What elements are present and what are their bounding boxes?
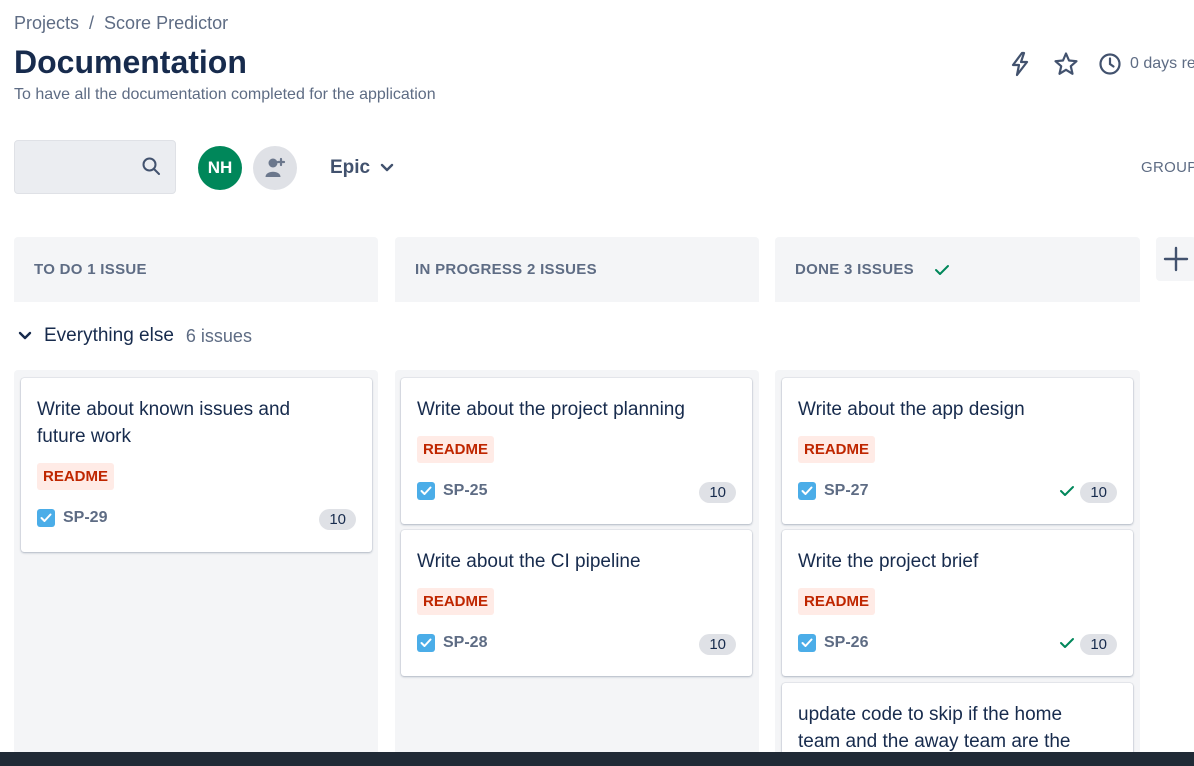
- epic-label: README: [798, 588, 876, 615]
- issue-key: SP-25: [417, 482, 487, 500]
- issue-key: SP-26: [798, 634, 868, 652]
- story-points-badge: 10: [699, 482, 736, 503]
- issue-key: SP-28: [417, 634, 487, 652]
- done-check-icon: [1060, 638, 1074, 648]
- column-header-in-progress: IN PROGRESS 2 ISSUES: [395, 237, 759, 302]
- column-header-label: IN PROGRESS 2 ISSUES: [415, 261, 597, 278]
- days-remaining: 0 days re: [1098, 52, 1194, 76]
- story-points-badge: 10: [1080, 482, 1117, 503]
- os-taskbar: [0, 752, 1194, 766]
- epic-label: README: [417, 436, 495, 463]
- story-points-badge: 10: [699, 634, 736, 655]
- issue-key-text: SP-28: [443, 634, 488, 651]
- page-subtitle: To have all the documentation completed …: [14, 86, 436, 103]
- task-checkbox-icon: [37, 509, 55, 527]
- swimlane-count: 6 issues: [185, 325, 252, 346]
- breadcrumb-separator: /: [89, 13, 95, 33]
- issue-card[interactable]: Write the project brief README SP-26 10: [782, 530, 1133, 676]
- column-header-done: DONE 3 ISSUES: [775, 237, 1140, 302]
- task-checkbox-icon: [417, 482, 435, 500]
- group-by-label[interactable]: GROUP: [1141, 159, 1194, 176]
- add-people-button[interactable]: [253, 146, 297, 190]
- page-title: Documentation: [14, 44, 247, 80]
- story-points-badge: 10: [319, 509, 356, 530]
- epic-dropdown[interactable]: Epic: [330, 157, 394, 179]
- clock-icon: [1099, 53, 1121, 75]
- issue-key: SP-27: [798, 482, 868, 500]
- issue-title: Write about the project planning: [417, 399, 685, 420]
- issue-key-text: SP-27: [824, 482, 869, 499]
- epic-label: README: [417, 588, 495, 615]
- epic-label: README: [798, 436, 876, 463]
- issue-title: Write the project brief: [798, 551, 979, 572]
- issue-card[interactable]: Write about known issues and future work…: [21, 378, 372, 552]
- task-checkbox-icon: [798, 634, 816, 652]
- breadcrumb-projects-link[interactable]: Projects: [14, 13, 79, 34]
- swimlane-label: Everything else: [44, 325, 174, 346]
- issue-title: Write about the CI pipeline: [417, 551, 641, 572]
- breadcrumb-project-link[interactable]: Score Predictor: [104, 13, 228, 34]
- lightning-icon[interactable]: [1006, 50, 1034, 78]
- breadcrumb: Projects / Score Predictor: [14, 13, 228, 34]
- search-input[interactable]: [14, 140, 176, 194]
- issue-key: SP-29: [37, 509, 107, 527]
- issue-key-text: SP-25: [443, 482, 488, 499]
- done-check-icon: [1060, 486, 1074, 496]
- story-points-badge: 10: [1080, 634, 1117, 655]
- issue-title: update code to skip if the home team and…: [798, 704, 1071, 752]
- add-person-icon: [265, 157, 286, 177]
- epic-dropdown-label: Epic: [330, 157, 371, 178]
- check-icon: [934, 264, 949, 275]
- issue-card[interactable]: Write about the project planning README …: [401, 378, 752, 524]
- search-icon: [141, 156, 161, 181]
- days-remaining-text: 0 days re: [1130, 55, 1194, 72]
- issue-card[interactable]: Write about the CI pipeline README SP-28…: [401, 530, 752, 676]
- epic-label: README: [37, 463, 115, 490]
- avatar[interactable]: NH: [198, 146, 242, 190]
- add-column-button[interactable]: [1156, 237, 1194, 281]
- task-checkbox-icon: [417, 634, 435, 652]
- issue-key-text: SP-26: [824, 634, 869, 651]
- swimlane-header[interactable]: Everything else 6 issues: [18, 325, 252, 347]
- chevron-down-icon: [18, 331, 32, 340]
- column-header-label: DONE 3 ISSUES: [795, 261, 914, 278]
- column-header-label: TO DO 1 ISSUE: [34, 261, 147, 278]
- issue-title: Write about the app design: [798, 399, 1025, 420]
- issue-key-text: SP-29: [63, 509, 108, 526]
- chevron-down-icon: [380, 163, 394, 172]
- plus-icon: [1163, 246, 1189, 272]
- header-actions: 0 days re: [1006, 50, 1194, 78]
- task-checkbox-icon: [798, 482, 816, 500]
- column-header-todo: TO DO 1 ISSUE: [14, 237, 378, 302]
- star-icon[interactable]: [1052, 50, 1080, 78]
- issue-card[interactable]: Write about the app design README SP-27 …: [782, 378, 1133, 524]
- issue-title: Write about known issues and future work: [37, 399, 291, 447]
